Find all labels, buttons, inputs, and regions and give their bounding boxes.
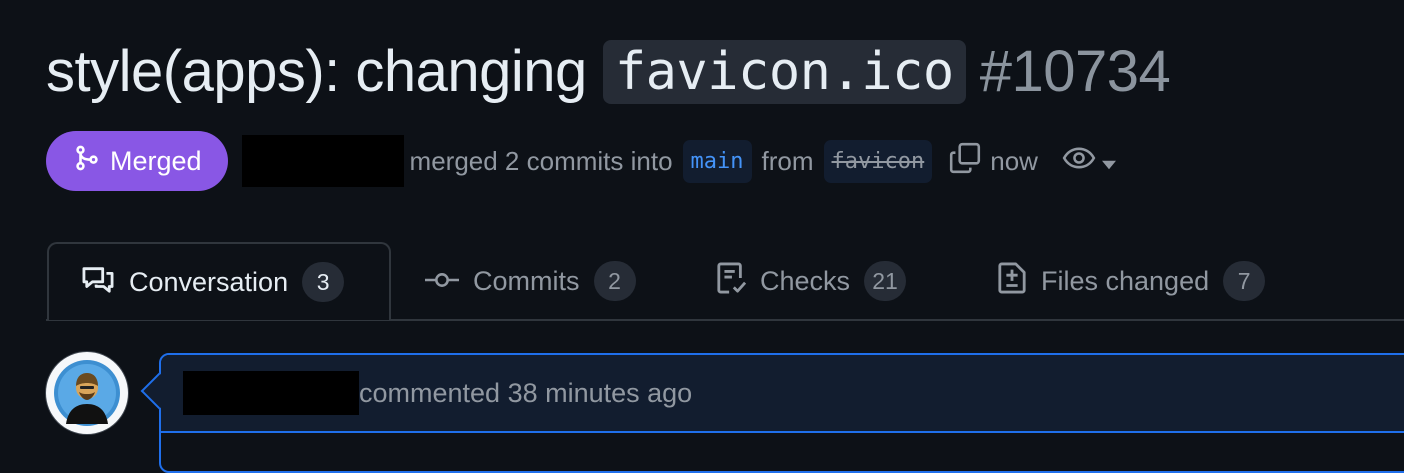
tab-count: 7	[1223, 261, 1266, 301]
checklist-icon	[716, 261, 747, 302]
merge-action-text: merged 2 commits into	[409, 145, 673, 176]
copy-icon	[948, 141, 982, 182]
chevron-down-icon	[1101, 146, 1116, 177]
git-merge-icon	[74, 144, 100, 179]
watch-dropdown[interactable]	[1062, 145, 1116, 178]
pr-title-text: style(apps): changing	[46, 39, 587, 104]
tab-label: Commits	[473, 265, 580, 296]
base-branch-link[interactable]: main	[682, 139, 752, 183]
tab-label: Conversation	[129, 266, 289, 297]
tab-commits[interactable]: Commits 2	[425, 242, 636, 320]
merged-status-badge: Merged	[46, 131, 228, 191]
tab-label: Checks	[760, 265, 851, 296]
tab-checks[interactable]: Checks 21	[716, 242, 907, 320]
from-text: from	[761, 145, 814, 176]
git-commit-icon	[425, 266, 459, 297]
comment-box: commented 38 minutes ago	[159, 353, 1404, 473]
avatar[interactable]	[46, 352, 128, 434]
eye-icon	[1062, 145, 1096, 178]
copy-branch-button[interactable]	[948, 141, 982, 182]
head-branch-label[interactable]: favicon	[823, 139, 933, 183]
comment-meta: commented 38 minutes ago	[359, 377, 693, 408]
redacted-author	[241, 135, 404, 187]
tab-label: Files changed	[1041, 265, 1210, 296]
merged-status-label: Merged	[110, 145, 202, 176]
file-diff-icon	[997, 261, 1027, 302]
comment-discussion-icon	[81, 264, 115, 301]
tab-files-changed[interactable]: Files changed 7	[997, 242, 1266, 320]
merge-time: now	[990, 145, 1038, 176]
pr-title-code: favicon.ico	[602, 39, 966, 104]
pr-number: #10734	[979, 39, 1171, 104]
tab-count: 3	[302, 262, 345, 302]
comment-header: commented 38 minutes ago	[161, 355, 1404, 433]
tab-count: 2	[593, 261, 636, 301]
pr-title: style(apps): changing favicon.ico #10734	[46, 38, 1171, 105]
tab-count: 21	[864, 261, 907, 301]
tab-conversation[interactable]: Conversation 3	[47, 242, 391, 320]
redacted-commenter	[183, 371, 359, 415]
pr-meta: Merged merged 2 commits into main from f…	[46, 131, 1116, 191]
